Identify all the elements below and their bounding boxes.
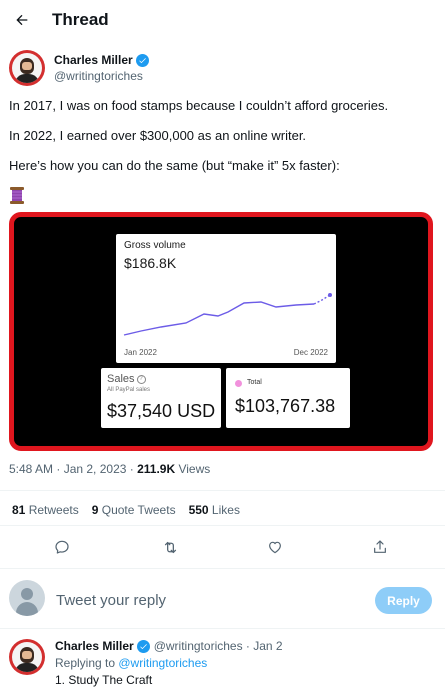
- sales-card: Sales ? All PayPal sales $37,540 USD: [101, 368, 221, 428]
- tweet-meta: 5:48 AM · Jan 2, 2023 · 211.9K Views: [9, 462, 210, 476]
- thread-spool-icon: [10, 187, 24, 204]
- action-bar: [0, 536, 445, 560]
- author-avatar[interactable]: [9, 50, 45, 86]
- tweet-line-1: In 2017, I was on food stamps because I …: [9, 98, 389, 113]
- gross-volume-start-label: Jan 2022: [124, 348, 157, 357]
- sales-title-row: Sales ?: [107, 373, 146, 385]
- replying-to: Replying to @writingtoriches: [55, 656, 207, 670]
- back-button[interactable]: [8, 6, 36, 34]
- reply-header: Charles Miller @writingtoriches · Jan 2: [55, 639, 283, 653]
- author-name-row[interactable]: Charles Miller: [54, 53, 149, 67]
- tweet-media[interactable]: Gross volume $186.8K Jan 2022 Dec 2022 S…: [9, 212, 433, 451]
- reply-icon: [55, 540, 69, 554]
- divider: [0, 568, 445, 569]
- reply-author-avatar[interactable]: [9, 639, 45, 675]
- views-count: 211.9K: [137, 462, 176, 476]
- reply-input[interactable]: [56, 589, 356, 611]
- tweet-stats: 81 Retweets 9 Quote Tweets 550 Likes: [12, 503, 240, 517]
- reply-author-name-row[interactable]: Charles Miller: [55, 639, 150, 653]
- gross-volume-end-point: [328, 293, 332, 297]
- avatar-portrait: [12, 642, 42, 672]
- retweets-stat[interactable]: 81 Retweets: [12, 503, 79, 517]
- verified-badge-icon: [135, 53, 149, 67]
- gross-volume-label: Gross volume: [124, 240, 186, 251]
- top-bar: Thread: [0, 0, 445, 40]
- author-handle[interactable]: @writingtoriches: [54, 69, 143, 83]
- author-name: Charles Miller: [54, 53, 133, 67]
- sales-subtitle: All PayPal sales: [107, 387, 151, 393]
- quote-tweets-stat[interactable]: 9 Quote Tweets: [92, 503, 176, 517]
- reply-handle-date[interactable]: @writingtoriches · Jan 2: [154, 639, 283, 653]
- divider: [0, 628, 445, 629]
- avatar-portrait: [12, 53, 42, 83]
- likes-stat[interactable]: 550 Likes: [189, 503, 240, 517]
- share-button[interactable]: [369, 536, 391, 558]
- info-icon: ?: [136, 374, 146, 384]
- total-label: Total: [247, 379, 262, 386]
- divider: [0, 525, 445, 526]
- replying-to-prefix: Replying to: [55, 656, 119, 670]
- gross-volume-value: $186.8K: [124, 255, 177, 271]
- gross-volume-projection: [313, 294, 331, 305]
- divider: [0, 490, 445, 491]
- tweet-line-3: Here’s how you can do the same (but “mak…: [9, 158, 340, 173]
- verified-badge-icon: [136, 639, 150, 653]
- views-label: Views: [175, 462, 211, 476]
- reply-author-name: Charles Miller: [55, 639, 134, 653]
- retweet-icon: [164, 541, 176, 553]
- share-icon: [374, 540, 386, 553]
- arrow-left-icon: [16, 14, 28, 26]
- gross-volume-end-label: Dec 2022: [293, 348, 328, 357]
- reply-submit-button[interactable]: Reply: [375, 587, 432, 614]
- current-user-avatar[interactable]: [9, 580, 45, 616]
- gross-volume-chart: [123, 293, 332, 336]
- page-title: Thread: [52, 10, 109, 29]
- total-legend-dot: [235, 380, 242, 387]
- sales-value: $37,540 USD: [107, 401, 216, 421]
- gross-volume-line: [123, 301, 315, 336]
- tweet-line-2: In 2022, I earned over $300,000 as an on…: [9, 128, 307, 143]
- like-button[interactable]: [264, 536, 286, 558]
- tweet-timestamp[interactable]: 5:48 AM · Jan 2, 2023 ·: [9, 462, 137, 476]
- total-card: Total $103,767.38: [226, 368, 350, 428]
- replying-to-handle-link[interactable]: @writingtoriches: [118, 656, 207, 670]
- reply-button[interactable]: [51, 536, 73, 558]
- gross-volume-card: Gross volume $186.8K Jan 2022 Dec 2022: [116, 234, 336, 363]
- total-value: $103,767.38: [235, 396, 336, 416]
- retweet-button[interactable]: [159, 536, 181, 558]
- like-icon: [269, 541, 281, 554]
- sales-title: Sales: [107, 373, 135, 385]
- reply-text: 1. Study The Craft: [55, 673, 153, 687]
